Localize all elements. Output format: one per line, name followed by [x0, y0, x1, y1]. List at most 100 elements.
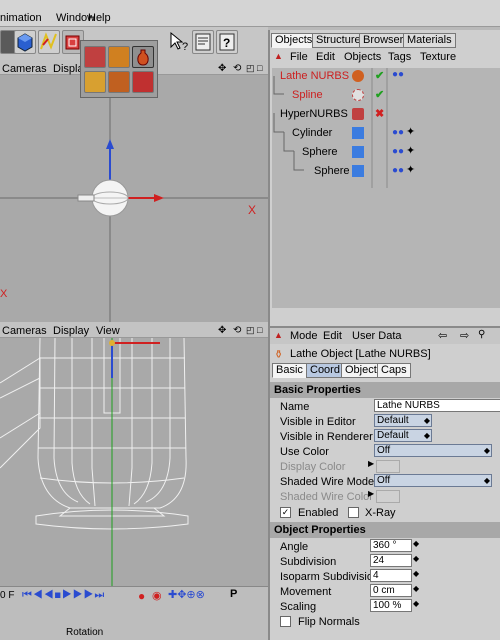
record-icon[interactable]: ●	[138, 589, 145, 603]
hypernurbs-icon[interactable]	[352, 108, 364, 120]
object-row[interactable]: HyperNURBS	[280, 106, 348, 122]
bezier-nurbs-icon[interactable]	[132, 71, 154, 93]
spline-pen-icon[interactable]	[38, 30, 60, 54]
vis-editor-dropdown[interactable]: Default ◆	[374, 414, 432, 427]
maximize-view2-icon[interactable]: □	[257, 325, 262, 335]
lock-icon[interactable]: ▲	[274, 51, 283, 61]
display-color-swatch[interactable]	[376, 460, 400, 473]
zoom-view-icon[interactable]: ◰	[246, 63, 255, 74]
viewport-perspective[interactable]	[0, 338, 268, 586]
attr-tab-basic[interactable]: Basic	[272, 363, 307, 378]
xray-checkbox[interactable]	[348, 507, 359, 518]
object-row[interactable]: Cylinder	[292, 125, 332, 141]
texture-tag-icon[interactable]: ✦	[406, 125, 415, 138]
extrude-nurbs-icon[interactable]	[108, 46, 130, 68]
scaling-stepper-icon[interactable]: ◆	[413, 599, 419, 608]
cursor-help-icon[interactable]: ?	[168, 30, 190, 54]
menu-tags[interactable]: Tags	[388, 51, 411, 63]
enabled-check-icon[interactable]: ✔	[375, 88, 384, 101]
parameter-key-icon[interactable]: P	[230, 588, 237, 600]
spline-icon[interactable]	[352, 89, 364, 101]
rotate-view-icon[interactable]: ⟲	[233, 63, 241, 74]
vase-icon	[137, 49, 149, 66]
texture-tag-icon[interactable]: ✦	[406, 163, 415, 176]
isoparm-field[interactable]: 4	[370, 569, 412, 582]
subdivision-stepper-icon[interactable]: ◆	[413, 554, 419, 563]
viewport2-view-menu[interactable]: View	[96, 325, 120, 337]
lathe-nurbs-icon[interactable]	[352, 70, 364, 82]
attr-menu-edit[interactable]: Edit	[323, 330, 342, 342]
menu-file[interactable]: File	[290, 51, 308, 63]
subdivision-field[interactable]: 24	[370, 554, 412, 567]
attr-tab-object[interactable]: Object	[341, 363, 381, 378]
phong-tag-icon[interactable]: ●●	[392, 165, 404, 176]
tab-objects[interactable]: Objects	[271, 33, 317, 48]
key-tools-icon[interactable]: ✚✥⊕⊗	[168, 588, 205, 601]
angle-field[interactable]: 360 °	[370, 539, 412, 552]
tab-structure[interactable]: Structure	[312, 33, 365, 48]
shaded-wire-color-swatch[interactable]	[376, 490, 400, 503]
enabled-check-icon[interactable]: ✔	[375, 69, 384, 82]
attr-tab-caps[interactable]: Caps	[377, 363, 411, 378]
menu-help[interactable]: Help	[88, 12, 111, 24]
menu-objects[interactable]: Objects	[344, 51, 381, 63]
viewport2-cameras-menu[interactable]: Cameras	[2, 325, 47, 337]
loft-nurbs-icon[interactable]	[84, 71, 106, 93]
flip-normals-checkbox[interactable]	[280, 616, 291, 627]
hypernurbs-icon[interactable]	[84, 46, 106, 68]
move-view2-icon[interactable]: ✥	[218, 325, 226, 336]
angle-stepper-icon[interactable]: ◆	[413, 539, 419, 548]
forward-arrow-icon[interactable]: ⇨	[460, 329, 469, 342]
tab-materials[interactable]: Materials	[403, 33, 456, 48]
attr-menu-userdata[interactable]: User Data	[352, 330, 402, 342]
scaling-field[interactable]: 100 %	[370, 599, 412, 612]
viewport-cameras-menu[interactable]: Cameras	[2, 63, 47, 75]
object-row[interactable]: Lathe NURBS	[280, 68, 349, 84]
movement-stepper-icon[interactable]: ◆	[413, 584, 419, 593]
rotate-view2-icon[interactable]: ⟲	[233, 325, 241, 336]
object-row[interactable]: Sphere	[314, 163, 349, 179]
movement-field[interactable]: 0 cm	[370, 584, 412, 597]
help-doc-icon[interactable]: ?	[216, 30, 238, 54]
tab-browser[interactable]: Browser	[359, 33, 408, 48]
name-field[interactable]: Lathe NURBS	[374, 399, 500, 412]
viewport-front[interactable]: X X	[0, 75, 268, 322]
shaded-wire-dropdown[interactable]: Off ◆	[374, 474, 492, 487]
object-row[interactable]: Sphere	[302, 144, 337, 160]
viewport-front-canvas	[0, 75, 268, 322]
disabled-cross-icon[interactable]: ✖	[375, 107, 384, 120]
playback-controls-icon[interactable]: ⏮◀◀◼▶▶▶⏭	[22, 589, 105, 602]
back-arrow-icon[interactable]: ⇦	[438, 329, 447, 342]
cube-icon[interactable]	[14, 30, 36, 54]
isoparm-stepper-icon[interactable]: ◆	[413, 569, 419, 578]
texture-tag-icon[interactable]: ✦	[406, 144, 415, 157]
menu-animation[interactable]: nimation	[0, 12, 42, 24]
lathe-nurbs-icon[interactable]	[132, 46, 154, 68]
maximize-view-icon[interactable]: □	[257, 63, 262, 73]
sphere-icon[interactable]	[352, 146, 364, 158]
sweep-nurbs-icon[interactable]	[108, 71, 130, 93]
enabled-checkbox[interactable]: ✓	[280, 507, 291, 518]
move-view-icon[interactable]: ✥	[218, 63, 226, 74]
search-icon[interactable]: ⚲	[478, 329, 485, 340]
attr-lock-icon[interactable]: ▲	[274, 330, 283, 340]
menu-texture[interactable]: Texture	[420, 51, 456, 63]
viewport2-display-menu[interactable]: Display	[53, 325, 89, 337]
object-row[interactable]: Spline	[292, 87, 323, 103]
phong-tag-icon[interactable]: ●●	[392, 127, 404, 138]
menu-edit[interactable]: Edit	[316, 51, 335, 63]
attr-menu-mode[interactable]: Mode	[290, 330, 318, 342]
zoom-view2-icon[interactable]: ◰	[246, 325, 255, 336]
cylinder-icon[interactable]	[352, 127, 364, 139]
phong-tag-icon[interactable]: ●●	[392, 146, 404, 157]
vis-render-dropdown[interactable]: Default ◆	[374, 429, 432, 442]
script-help-icon[interactable]	[192, 30, 214, 54]
expand-arrow-icon[interactable]: ▶	[368, 489, 374, 498]
expand-arrow-icon[interactable]: ▶	[368, 459, 374, 468]
use-color-label: Use Color	[280, 446, 329, 458]
sphere-icon[interactable]	[352, 165, 364, 177]
phong-tag-icon[interactable]: ●●	[392, 69, 404, 80]
viewport-display-menu[interactable]: Displa	[53, 63, 84, 75]
autokey-icon[interactable]: ◉	[152, 589, 162, 602]
use-color-dropdown[interactable]: Off ◆	[374, 444, 492, 457]
